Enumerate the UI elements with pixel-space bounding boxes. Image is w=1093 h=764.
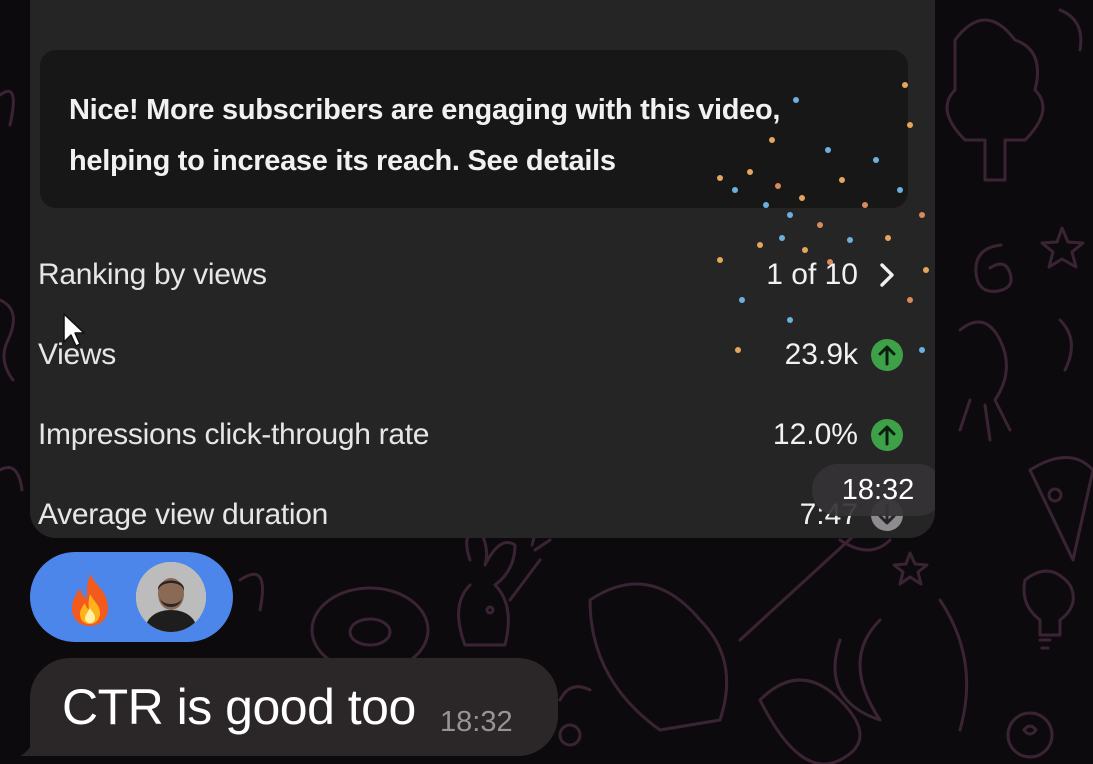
ctr-label: Impressions click-through rate (38, 418, 430, 451)
avatar[interactable] (136, 562, 206, 632)
mouse-cursor-icon (63, 313, 85, 347)
message-text: CTR is good too (62, 679, 416, 735)
ranking-by-views-row[interactable]: Ranking by views 1 of 10 (38, 250, 918, 300)
ctr-value: 12.0% (772, 418, 858, 451)
screenshot-image-bubble[interactable]: Nice! More subscribers are engaging with… (30, 0, 935, 538)
insight-card-text: Nice! More subscribers are engaging with… (69, 94, 781, 177)
chevron-right-icon[interactable] (870, 258, 904, 292)
avg-view-duration-row: Average view duration 7:47 (38, 490, 918, 538)
ranking-by-views-value: 1 of 10 (766, 258, 858, 291)
insight-card: Nice! More subscribers are engaging with… (40, 50, 908, 208)
reaction-chip[interactable] (30, 552, 233, 642)
arrow-up-icon (871, 339, 903, 371)
fire-emoji-icon (72, 574, 108, 626)
ranking-by-views-label: Ranking by views (38, 258, 267, 291)
avg-view-duration-label: Average view duration (38, 498, 328, 531)
image-timestamp: 18:32 (812, 464, 935, 516)
ctr-row: Impressions click-through rate 12.0% (38, 410, 918, 460)
views-value: 23.9k (784, 338, 858, 371)
arrow-up-icon (871, 419, 903, 451)
text-message-bubble[interactable]: CTR is good too 18:32 (30, 658, 558, 756)
views-row: Views 23.9k (38, 330, 918, 380)
message-timestamp: 18:32 (440, 706, 513, 738)
user-avatar-icon (136, 562, 206, 632)
